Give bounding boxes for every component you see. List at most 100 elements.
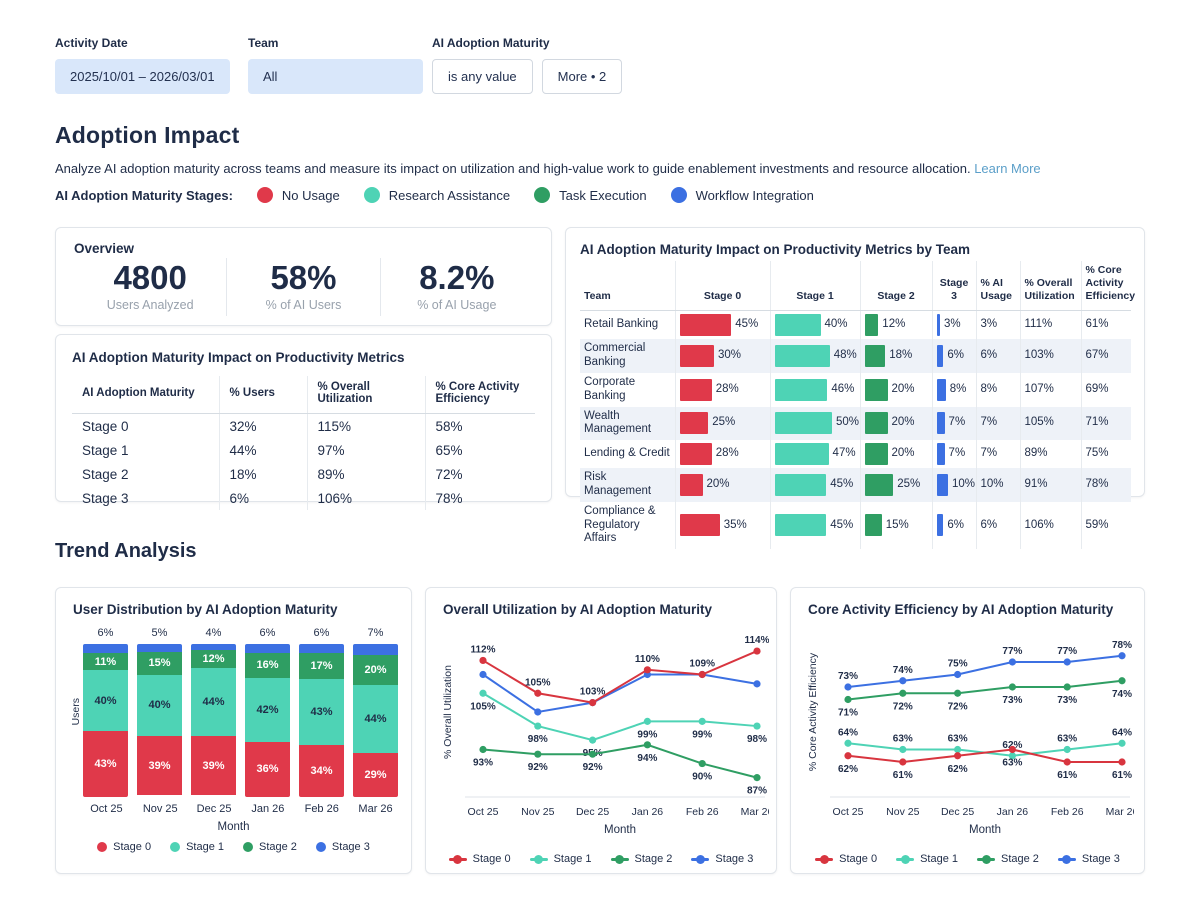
ai-usage-cell: 6% [976, 339, 1020, 373]
column-header: % Users [219, 376, 307, 414]
data-point-label: 74% [1112, 689, 1132, 700]
stage-bar-value: 6% [947, 519, 964, 533]
stage-bar [775, 345, 830, 367]
stage-bar-value: 20% [892, 416, 915, 430]
team-table-row: Risk Management20%45%25%10%10%91%78% [580, 468, 1131, 502]
legend-dot [170, 842, 180, 852]
maturity-table-title: AI Adoption Maturity Impact on Productiv… [72, 350, 535, 365]
stage-bar-cell: 50% [770, 407, 860, 441]
bar-segment: 43% [83, 731, 128, 797]
team-table-row: Compliance & Regulatory Affairs35%45%15%… [580, 502, 1131, 549]
stat-label: % of AI Usage [381, 298, 533, 312]
team-impact-table: TeamStage 0Stage 1Stage 2Stage 3% AI Usa… [580, 261, 1131, 549]
data-point [1009, 683, 1016, 690]
stage-bar [865, 345, 886, 367]
team-table-row: Commercial Banking30%48%18%6%6%103%67% [580, 339, 1131, 373]
core-activity-efficiency-cell: 69% [1081, 373, 1131, 407]
legend-item[interactable]: Stage 1 [170, 841, 224, 853]
legend-item[interactable]: Stage 2 [243, 841, 297, 853]
table-cell: 58% [425, 414, 535, 439]
stat-ai-users: 58% % of AI Users [226, 258, 379, 316]
legend-item[interactable]: Stage 3 [1058, 853, 1120, 865]
data-point [479, 690, 486, 697]
table-cell: Stage 1 [72, 438, 219, 462]
data-point [534, 690, 541, 697]
legend-item[interactable]: Stage 3 [691, 853, 753, 865]
data-point [954, 752, 961, 759]
team-filter-input[interactable]: All [248, 59, 423, 94]
bar-segment: 16% [245, 653, 290, 677]
column-header: AI Adoption Maturity [72, 376, 219, 414]
stage-bar-cell: 12% [860, 311, 932, 340]
stage-bar-value: 35% [724, 519, 747, 533]
maturity-filter-input[interactable]: is any value [432, 59, 533, 94]
table-cell: 44% [219, 438, 307, 462]
data-point [954, 746, 961, 753]
stage-bar-cell: 8% [932, 373, 976, 407]
learn-more-link[interactable]: Learn More [974, 161, 1040, 176]
stage-bar-value: 45% [830, 519, 853, 533]
description-text: Analyze AI adoption maturity across team… [55, 161, 971, 176]
chart-legend: Stage 0 Stage 1 Stage 2 Stage 3 [69, 841, 398, 853]
stage3-bar-label: 4% [191, 627, 236, 644]
legend-line-marker [896, 854, 914, 864]
table-cell: Stage 2 [72, 462, 219, 486]
stage3-bar-label: 5% [137, 627, 182, 644]
bar-segment: 20% [353, 655, 398, 686]
stacked-bar: 17%43%34% [299, 644, 344, 797]
activity-date-input[interactable]: 2025/10/01 – 2026/03/01 [55, 59, 230, 94]
legend-item[interactable]: Stage 2 [611, 853, 673, 865]
chart-legend: Stage 0 Stage 1 Stage 2 Stage 3 [439, 853, 763, 865]
stage-legend-item: Task Execution [534, 187, 646, 203]
legend-item[interactable]: Stage 1 [896, 853, 958, 865]
data-point-label: 105% [525, 677, 551, 688]
data-point-label: 63% [1002, 758, 1022, 769]
stage-bar-value: 28% [716, 383, 739, 397]
overall-utilization-cell: 106% [1020, 502, 1081, 549]
stage-bar-cell: 20% [860, 407, 932, 441]
data-point [534, 751, 541, 758]
data-point-label: 98% [528, 734, 548, 745]
table-header-row: TeamStage 0Stage 1Stage 2Stage 3% AI Usa… [580, 261, 1131, 311]
data-point [1064, 683, 1071, 690]
legend-item[interactable]: Stage 3 [316, 841, 370, 853]
stage-bar [775, 314, 821, 336]
data-point [1118, 677, 1125, 684]
ai-usage-cell: 6% [976, 502, 1020, 549]
page-description: Analyze AI adoption maturity across team… [55, 161, 1145, 176]
table-header-row: AI Adoption Maturity% Users% Overall Uti… [72, 376, 535, 414]
more-filters-button[interactable]: More • 2 [542, 59, 623, 94]
data-point-label: 73% [1002, 695, 1022, 706]
table-cell: Stage 3 [72, 486, 219, 510]
data-point [534, 708, 541, 715]
data-point-label: 74% [893, 665, 913, 676]
stage-bar [775, 514, 827, 536]
column-header: % Overall Utilization [307, 376, 425, 414]
bar-segment: 11% [83, 653, 128, 670]
data-point-label: 99% [692, 729, 712, 740]
data-point-label: 98% [747, 734, 767, 745]
legend-line-marker [815, 854, 833, 864]
bar-column: 6%17%43%34% [299, 627, 344, 797]
stage-bar-cell: 20% [675, 468, 770, 502]
data-point [753, 647, 760, 654]
stage-bar-cell: 7% [932, 440, 976, 468]
table-cell: 6% [219, 486, 307, 510]
legend-item[interactable]: Stage 0 [97, 841, 151, 853]
legend-item[interactable]: Stage 0 [815, 853, 877, 865]
data-point [844, 683, 851, 690]
team-table-row: Corporate Banking28%46%20%8%8%107%69% [580, 373, 1131, 407]
team-name-cell: Risk Management [580, 468, 675, 502]
stage-color-dot [534, 187, 550, 203]
overall-utilization-cell: 111% [1020, 311, 1081, 340]
y-axis-label: Users [70, 698, 82, 725]
legend-label: Stage 2 [259, 841, 297, 853]
overall-utilization-chart-card: Overall Utilization by AI Adoption Matur… [425, 587, 777, 874]
legend-item[interactable]: Stage 2 [977, 853, 1039, 865]
stage-bar-cell: 6% [932, 502, 976, 549]
chart-title: Core Activity Efficiency by AI Adoption … [808, 602, 1131, 617]
column-header: Stage 3 [932, 261, 976, 311]
legend-item[interactable]: Stage 1 [530, 853, 592, 865]
ai-usage-cell: 10% [976, 468, 1020, 502]
legend-item[interactable]: Stage 0 [449, 853, 511, 865]
